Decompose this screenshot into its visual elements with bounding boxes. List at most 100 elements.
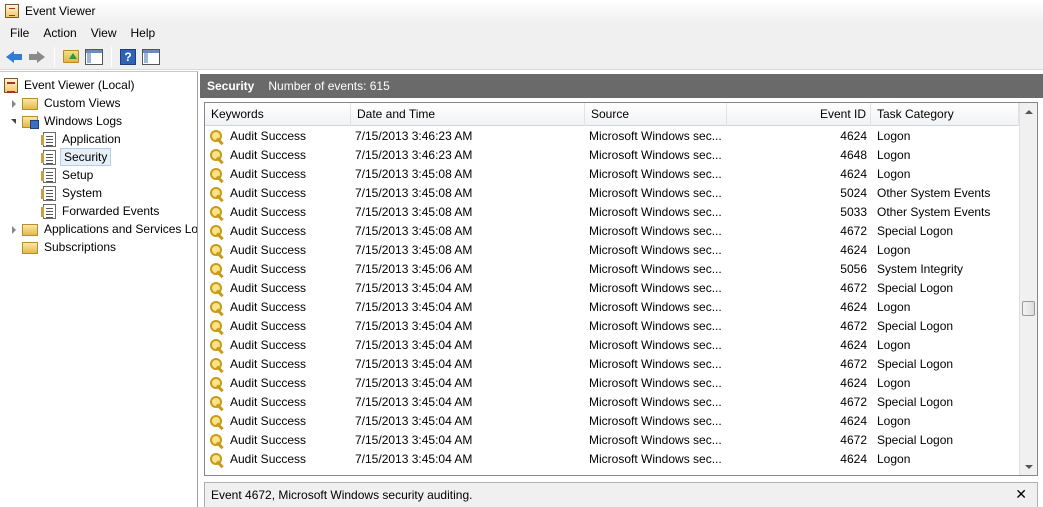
tree-item-label: Application bbox=[62, 132, 121, 146]
tree-item-custom-views[interactable]: Custom Views bbox=[10, 94, 122, 112]
date-time-cell: 7/15/2013 3:46:23 AM bbox=[355, 148, 473, 162]
tree-item-applications-and-services-logs[interactable]: Applications and Services Lo bbox=[10, 220, 197, 238]
events-table: Keywords Date and Time Source Event ID T… bbox=[204, 102, 1038, 476]
keywords-cell: Audit Success bbox=[209, 374, 349, 393]
tree-item-application[interactable]: Application bbox=[41, 130, 123, 148]
table-row[interactable]: Audit Success 7/15/2013 3:45:04 AM Microso… bbox=[205, 374, 1019, 393]
event-id-cell: 5056 bbox=[840, 262, 867, 276]
keywords-text: Audit Success bbox=[230, 357, 307, 371]
forward-button[interactable] bbox=[26, 46, 48, 68]
expand-arrow-icon[interactable] bbox=[10, 99, 19, 108]
table-row[interactable]: Audit Success 7/15/2013 3:45:04 AM Microso… bbox=[205, 279, 1019, 298]
task-category-cell: Special Logon bbox=[877, 281, 954, 295]
column-header-date-and-time[interactable]: Date and Time bbox=[351, 103, 585, 126]
task-category-cell: Logon bbox=[877, 300, 911, 314]
keywords-cell: Audit Success bbox=[209, 412, 349, 431]
toolbar: ? bbox=[0, 44, 1043, 70]
audit-success-key-icon bbox=[209, 129, 225, 145]
tree-item-windows-logs[interactable]: Windows Logs bbox=[10, 112, 124, 130]
task-category-cell: Logon bbox=[877, 338, 911, 352]
table-row[interactable]: Audit Success 7/15/2013 3:45:04 AM Microso… bbox=[205, 450, 1019, 469]
column-header-event-id[interactable]: Event ID bbox=[727, 103, 871, 126]
tree-item-label: Subscriptions bbox=[44, 240, 117, 254]
audit-success-key-icon bbox=[209, 205, 225, 221]
task-category-cell: Special Logon bbox=[877, 357, 954, 371]
expand-arrow-icon[interactable] bbox=[10, 225, 19, 234]
menu-action[interactable]: Action bbox=[36, 23, 83, 43]
date-time-cell: 7/15/2013 3:45:04 AM bbox=[355, 357, 473, 371]
show-hide-action-pane-button[interactable] bbox=[140, 46, 162, 68]
table-row[interactable]: Audit Success 7/15/2013 3:45:06 AM Microso… bbox=[205, 260, 1019, 279]
tree-item-security[interactable]: Security bbox=[41, 148, 112, 166]
source-cell: Microsoft Windows sec... bbox=[589, 433, 722, 447]
table-row[interactable]: Audit Success 7/15/2013 3:46:23 AM Microso… bbox=[205, 127, 1019, 146]
table-row[interactable]: Audit Success 7/15/2013 3:45:04 AM Microso… bbox=[205, 336, 1019, 355]
task-category-cell: Logon bbox=[877, 167, 911, 181]
toolbar-separator bbox=[111, 46, 112, 67]
menu-help[interactable]: Help bbox=[124, 23, 163, 43]
source-cell: Microsoft Windows sec... bbox=[589, 414, 722, 428]
table-row[interactable]: Audit Success 7/15/2013 3:45:04 AM Microso… bbox=[205, 298, 1019, 317]
menu-file[interactable]: File bbox=[3, 23, 36, 43]
event-id-cell: 4672 bbox=[840, 395, 867, 409]
table-row[interactable]: Audit Success 7/15/2013 3:45:04 AM Microso… bbox=[205, 355, 1019, 374]
audit-success-key-icon bbox=[209, 186, 225, 202]
column-header-keywords[interactable]: Keywords bbox=[205, 103, 351, 126]
event-id-cell: 4672 bbox=[840, 224, 867, 238]
table-row[interactable]: Audit Success 7/15/2013 3:45:04 AM Microso… bbox=[205, 317, 1019, 336]
event-id-cell: 4672 bbox=[840, 433, 867, 447]
up-one-level-button[interactable] bbox=[60, 46, 82, 68]
table-row[interactable]: Audit Success 7/15/2013 3:45:04 AM Microso… bbox=[205, 393, 1019, 412]
folder-icon bbox=[22, 98, 38, 110]
audit-success-key-icon bbox=[209, 395, 225, 411]
close-icon[interactable]: ✕ bbox=[1015, 487, 1027, 501]
date-time-cell: 7/15/2013 3:45:04 AM bbox=[355, 338, 473, 352]
keywords-text: Audit Success bbox=[230, 452, 307, 466]
task-category-cell: Logon bbox=[877, 129, 911, 143]
tree-item-forwarded-events[interactable]: Forwarded Events bbox=[41, 202, 161, 220]
table-row[interactable]: Audit Success 7/15/2013 3:46:23 AM Microso… bbox=[205, 146, 1019, 165]
back-button[interactable] bbox=[3, 46, 25, 68]
tree-item-event-viewer-local[interactable]: Event Viewer (Local) bbox=[4, 76, 137, 94]
show-hide-tree-button[interactable] bbox=[83, 46, 105, 68]
source-cell: Microsoft Windows sec... bbox=[589, 129, 722, 143]
audit-success-key-icon bbox=[209, 433, 225, 449]
table-row[interactable]: Audit Success 7/15/2013 3:45:08 AM Microso… bbox=[205, 222, 1019, 241]
table-row[interactable]: Audit Success 7/15/2013 3:45:08 AM Microso… bbox=[205, 241, 1019, 260]
column-header-source[interactable]: Source bbox=[585, 103, 727, 126]
keywords-cell: Audit Success bbox=[209, 431, 349, 450]
collapse-arrow-icon[interactable] bbox=[10, 117, 19, 126]
keywords-cell: Audit Success bbox=[209, 260, 349, 279]
tree-item-label: Forwarded Events bbox=[62, 204, 160, 218]
tree-item-system[interactable]: System bbox=[41, 184, 104, 202]
task-category-cell: System Integrity bbox=[877, 262, 964, 276]
task-category-cell: Special Logon bbox=[877, 224, 954, 238]
table-row[interactable]: Audit Success 7/15/2013 3:45:04 AM Microso… bbox=[205, 431, 1019, 450]
scroll-up-arrow-icon[interactable] bbox=[1020, 103, 1037, 120]
tree-item-subscriptions[interactable]: Subscriptions bbox=[22, 238, 118, 256]
help-button[interactable]: ? bbox=[117, 46, 139, 68]
date-time-cell: 7/15/2013 3:45:04 AM bbox=[355, 281, 473, 295]
keywords-text: Audit Success bbox=[230, 376, 307, 390]
source-cell: Microsoft Windows sec... bbox=[589, 186, 722, 200]
scrollbar-thumb[interactable] bbox=[1022, 301, 1035, 316]
keywords-text: Audit Success bbox=[230, 167, 307, 181]
tree-item-label: Security bbox=[60, 148, 112, 166]
tree-item-setup[interactable]: Setup bbox=[41, 166, 95, 184]
scroll-down-arrow-icon[interactable] bbox=[1020, 458, 1037, 475]
column-header-task-category[interactable]: Task Category bbox=[871, 103, 1019, 126]
table-row[interactable]: Audit Success 7/15/2013 3:45:08 AM Microso… bbox=[205, 165, 1019, 184]
folder-icon bbox=[22, 116, 39, 129]
folder-up-icon bbox=[63, 50, 79, 63]
source-cell: Microsoft Windows sec... bbox=[589, 452, 722, 466]
vertical-scrollbar[interactable] bbox=[1019, 103, 1037, 475]
menu-view[interactable]: View bbox=[84, 23, 124, 43]
table-row[interactable]: Audit Success 7/15/2013 3:45:08 AM Microso… bbox=[205, 203, 1019, 222]
menu-bar: File Action View Help bbox=[0, 22, 1043, 44]
keywords-text: Audit Success bbox=[230, 129, 307, 143]
task-category-cell: Logon bbox=[877, 148, 911, 162]
table-row[interactable]: Audit Success 7/15/2013 3:45:04 AM Microso… bbox=[205, 412, 1019, 431]
source-cell: Microsoft Windows sec... bbox=[589, 148, 722, 162]
audit-success-key-icon bbox=[209, 414, 225, 430]
table-row[interactable]: Audit Success 7/15/2013 3:45:08 AM Microso… bbox=[205, 184, 1019, 203]
